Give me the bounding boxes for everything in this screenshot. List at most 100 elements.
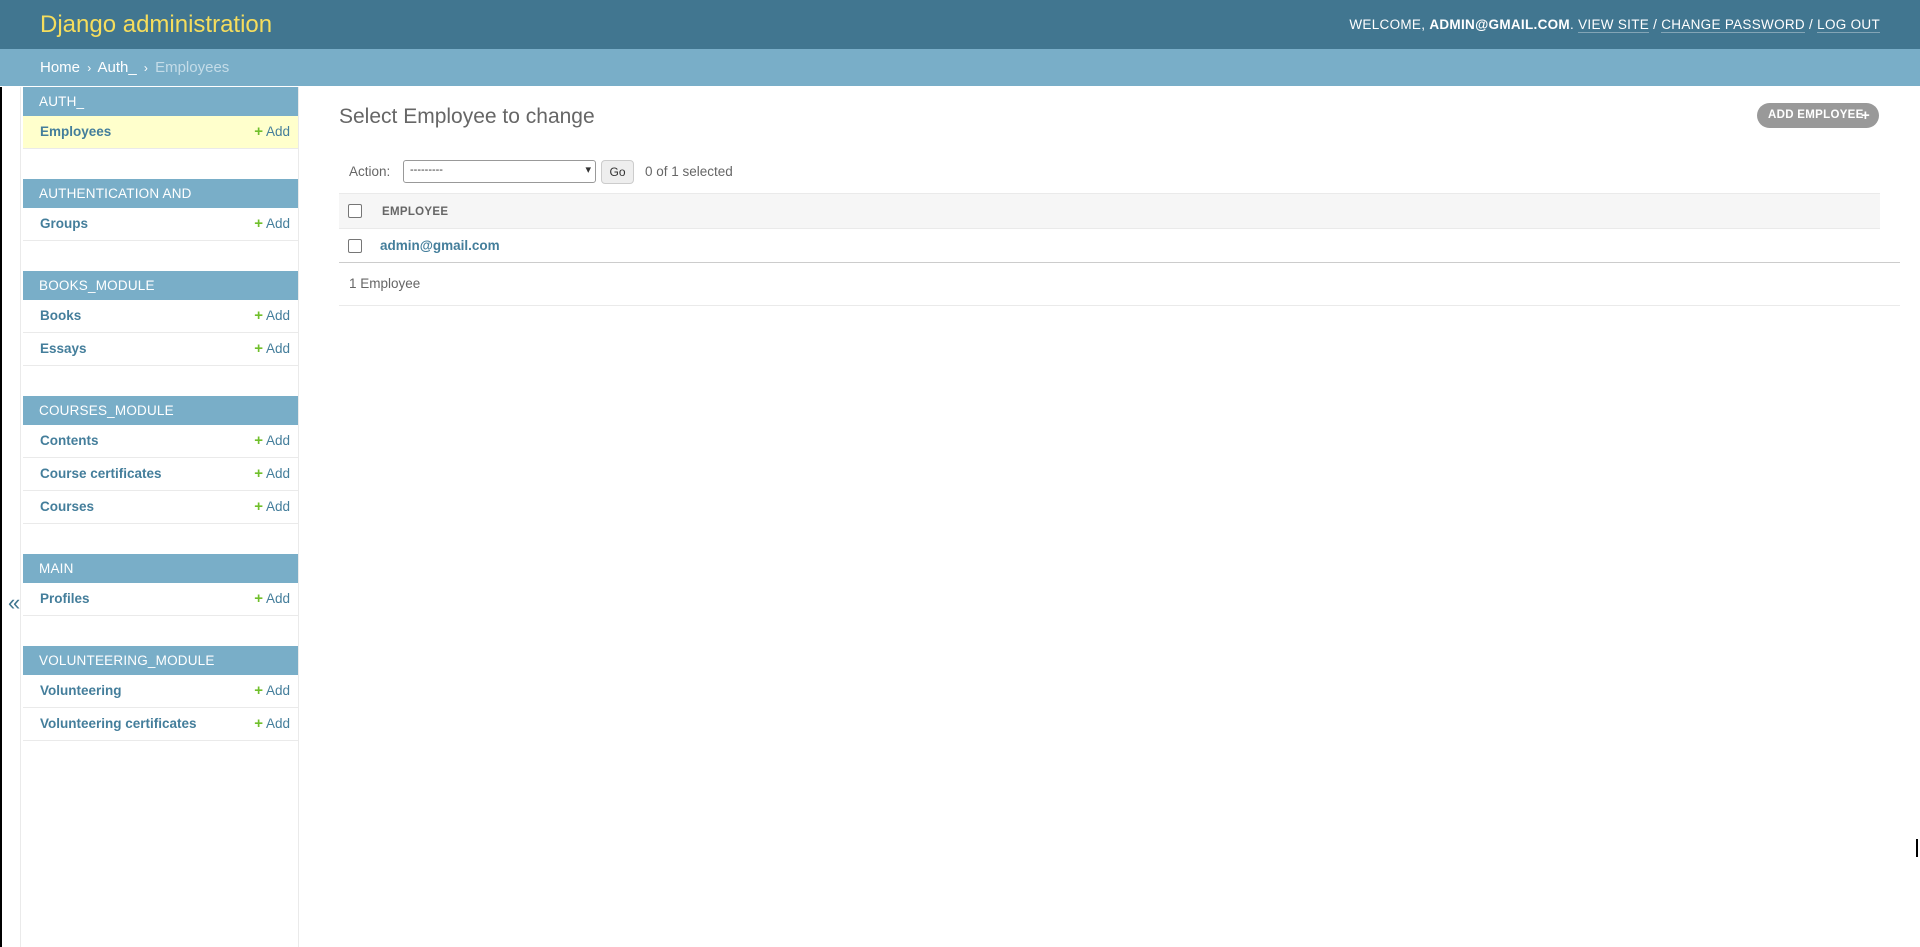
sidebar-item-label[interactable]: Books — [40, 300, 81, 332]
log-out-link[interactable]: Log out — [1817, 17, 1880, 33]
sidebar-item-label[interactable]: Employees — [40, 116, 111, 148]
change-password-link[interactable]: Change password — [1661, 17, 1805, 33]
welcome-text: Welcome, — [1349, 17, 1430, 32]
nav-sidebar: AUTH_ Employees + Add AUTHENTICATION AND AUT… — [23, 87, 299, 947]
add-link-label: Add — [265, 433, 290, 448]
add-link[interactable]: + Add — [254, 583, 290, 615]
add-employee-label: ADD EMPLOYEE — [1768, 109, 1864, 121]
header: Django administration Welcome, admin@gma… — [0, 0, 1920, 49]
table-header: EMPLOYEE — [339, 193, 1880, 229]
add-link[interactable]: + Add — [254, 116, 290, 148]
add-employee-button[interactable]: ADD EMPLOYEE + — [1757, 103, 1879, 128]
user-tools-separator: / — [1804, 17, 1818, 32]
app-module: AUTH_ Employees + Add — [23, 87, 298, 149]
result-table: EMPLOYEE admin@gmail.com — [339, 193, 1900, 263]
plus-icon: + — [254, 715, 263, 732]
column-header-employee[interactable]: EMPLOYEE — [382, 206, 448, 218]
module-caption[interactable]: AUTH_ — [23, 87, 298, 116]
plus-icon: + — [254, 307, 263, 324]
plus-icon: + — [254, 498, 263, 515]
plus-icon: + — [254, 123, 263, 140]
app-module: AUTHENTICATION AND AUTHORIZATION Groups + A… — [23, 179, 298, 241]
breadcrumb-separator: › — [87, 61, 92, 75]
action-label: Action: — [349, 164, 391, 179]
plus-icon: + — [254, 432, 263, 449]
add-link-label: Add — [265, 124, 290, 139]
sidebar-item-label[interactable]: Contents — [40, 425, 99, 457]
employee-link[interactable]: admin@gmail.com — [380, 238, 500, 253]
add-link-label: Add — [265, 716, 290, 731]
sidebar-item-profiles: Profiles + Add — [23, 583, 298, 616]
username: admin@gmail.com — [1429, 17, 1570, 32]
action-select[interactable]: --------- ▾ — [403, 160, 596, 183]
breadcrumb-current: Employees — [155, 59, 230, 76]
row-checkbox[interactable] — [348, 239, 362, 253]
add-link[interactable]: + Add — [254, 300, 290, 332]
app-module: COURSES_MODULE Contents + Add Course certifi… — [23, 396, 298, 524]
sidebar-item-label[interactable]: Courses — [40, 491, 94, 523]
user-tools: Welcome, admin@gmail.com. View site / Ch… — [1349, 17, 1880, 33]
site-name-link[interactable]: Django administration — [40, 11, 272, 39]
add-link-label: Add — [265, 499, 290, 514]
module-caption[interactable]: COURSES_MODULE — [23, 396, 298, 425]
sidebar-item-books: Books + Add — [23, 300, 298, 333]
app-module: BOOKS_MODULE Books + Add Essays + Add — [23, 271, 298, 366]
sidebar-item-volunteering: Volunteering + Add — [23, 675, 298, 708]
action-counter: 0 of 1 selected — [645, 164, 733, 179]
table-row: admin@gmail.com — [339, 229, 1900, 263]
breadcrumb-separator: › — [143, 61, 148, 75]
chevron-down-icon: ▾ — [585, 164, 591, 176]
add-link-label: Add — [265, 466, 290, 481]
user-tools-separator: / — [1649, 17, 1662, 32]
breadcrumb-app[interactable]: Auth_ — [98, 59, 137, 76]
sidebar-item-label[interactable]: Groups — [40, 208, 88, 240]
sidebar-item-employees: Employees + Add — [23, 116, 298, 149]
result-count: 1 Employee — [349, 276, 421, 291]
add-link-label: Add — [265, 341, 290, 356]
actions-bar: Action: --------- ▾ Go 0 of 1 selected — [339, 156, 1879, 188]
sidebar-item-groups: Groups + Add — [23, 208, 298, 241]
sidebar-item-label[interactable]: Profiles — [40, 583, 90, 615]
view-site-link[interactable]: View site — [1578, 17, 1650, 33]
sidebar-item-volunteering-certificates: Volunteering certificates + Add — [23, 708, 298, 741]
plus-icon: + — [254, 682, 263, 699]
module-caption[interactable]: VOLUNTEERING_MODULE — [23, 646, 298, 675]
add-link[interactable]: + Add — [254, 458, 290, 490]
sidebar-item-courses: Courses + Add — [23, 491, 298, 524]
add-link[interactable]: + Add — [254, 333, 290, 365]
sidebar-toggle[interactable]: « — [0, 87, 21, 947]
collapse-sidebar-icon[interactable]: « — [8, 592, 20, 614]
add-link-label: Add — [265, 591, 290, 606]
sidebar-item-course-certificates: Course certificates + Add — [23, 458, 298, 491]
sidebar-item-contents: Contents + Add — [23, 425, 298, 458]
module-caption[interactable]: AUTHENTICATION AND AUTHORIZATION — [23, 179, 298, 230]
sidebar-item-label[interactable]: Essays — [40, 333, 87, 365]
app-module: VOLUNTEERING_MODULE Volunteering + Add Volun… — [23, 646, 298, 741]
plus-icon: + — [254, 465, 263, 482]
add-link[interactable]: + Add — [254, 708, 290, 740]
sidebar-item-label[interactable]: Volunteering — [40, 675, 122, 707]
sidebar-item-essays: Essays + Add — [23, 333, 298, 366]
sidebar-item-label[interactable]: Volunteering certificates — [40, 708, 197, 740]
select-all-checkbox[interactable] — [348, 204, 362, 218]
page-title: Select Employee to change — [339, 105, 595, 128]
add-link-label: Add — [265, 683, 290, 698]
action-selected-option: --------- — [410, 164, 443, 176]
add-link[interactable]: + Add — [254, 675, 290, 707]
go-button[interactable]: Go — [601, 160, 634, 184]
paginator: 1 Employee — [339, 264, 1900, 306]
add-link-label: Add — [265, 216, 290, 231]
breadcrumb-home[interactable]: Home — [40, 59, 80, 76]
plus-icon: + — [1860, 107, 1870, 124]
module-caption[interactable]: MAIN — [23, 554, 298, 583]
breadcrumb: Home › Auth_ › Employees — [0, 49, 1920, 86]
app-module: MAIN Profiles + Add — [23, 554, 298, 616]
add-link-label: Add — [265, 308, 290, 323]
sidebar-item-label[interactable]: Course certificates — [40, 458, 162, 490]
add-link[interactable]: + Add — [254, 491, 290, 523]
add-link[interactable]: + Add — [254, 208, 290, 240]
plus-icon: + — [254, 590, 263, 607]
add-link[interactable]: + Add — [254, 425, 290, 457]
module-caption[interactable]: BOOKS_MODULE — [23, 271, 298, 300]
plus-icon: + — [254, 340, 263, 357]
